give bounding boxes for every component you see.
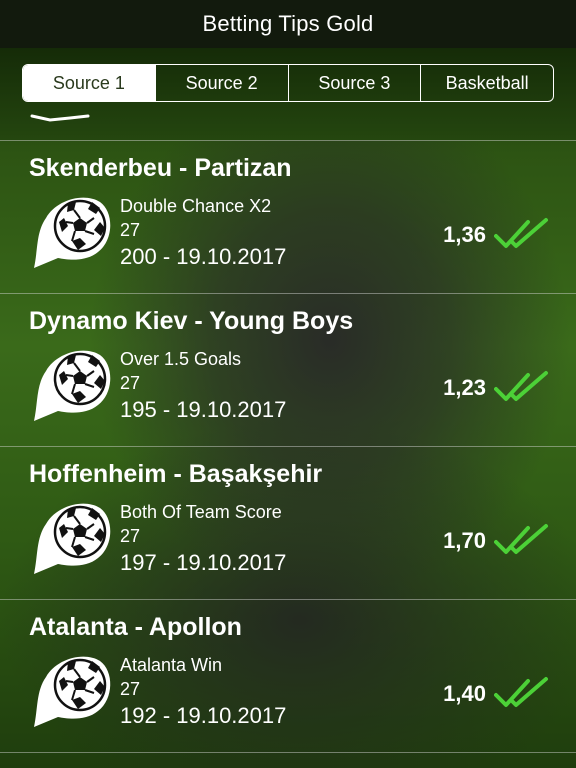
soccer-ball-icon: [34, 350, 111, 421]
match-title: Skenderbeu - Partizan: [29, 154, 292, 182]
soccer-ball-icon: [34, 197, 111, 268]
tip-number: 27: [120, 679, 141, 699]
tip-row[interactable]: Skenderbeu - Partizan Double Chance X2 2…: [0, 140, 576, 293]
soccer-ball-icon: [34, 656, 111, 727]
segment-source-2[interactable]: Source 2: [154, 65, 288, 101]
source-segmented-control: Source 1 Source 2 Source 3 Basketball: [22, 64, 554, 102]
segment-area: Source 1 Source 2 Source 3 Basketball: [0, 48, 576, 140]
double-check-icon: [494, 524, 548, 554]
tip-date: 192 - 19.10.2017: [120, 703, 287, 728]
segment-basketball[interactable]: Basketball: [420, 65, 553, 101]
match-title: Hoffenheim - Başakşehir: [29, 460, 323, 488]
odds-value: 1,36: [443, 222, 486, 247]
soccer-ball-icon: [34, 503, 111, 574]
segment-source-3[interactable]: Source 3: [287, 65, 421, 101]
row-separator: [0, 752, 576, 753]
odds-value: 1,70: [443, 528, 486, 553]
tip-row[interactable]: Hoffenheim - Başakşehir Both Of Team Sco…: [0, 446, 576, 599]
double-check-icon: [494, 677, 548, 707]
odds-value: 1,23: [443, 375, 486, 400]
tip-type: Both Of Team Score: [120, 502, 282, 522]
tip-date: 195 - 19.10.2017: [120, 397, 287, 422]
tip-number: 27: [120, 220, 141, 240]
tip-type: Atalanta Win: [120, 655, 223, 675]
tip-number: 27: [120, 526, 141, 546]
tip-type: Double Chance X2: [120, 196, 272, 216]
partial-ball-icon: [30, 114, 90, 122]
app-title: Betting Tips Gold: [202, 11, 374, 36]
tip-row[interactable]: Atalanta - Apollon Atalanta Win 27 192 -…: [0, 599, 576, 752]
match-title: Atalanta - Apollon: [29, 613, 242, 641]
navigation-bar: Betting Tips Gold: [0, 0, 576, 48]
odds-value: 1,40: [443, 681, 486, 706]
double-check-icon: [494, 371, 548, 401]
tip-type: Over 1.5 Goals: [120, 349, 242, 369]
match-title: Dynamo Kiev - Young Boys: [29, 307, 354, 335]
segment-source-1[interactable]: Source 1: [23, 65, 155, 101]
tip-row[interactable]: Dynamo Kiev - Young Boys Over 1.5 Goals …: [0, 293, 576, 446]
tip-number: 27: [120, 373, 141, 393]
tip-date: 200 - 19.10.2017: [120, 244, 287, 269]
tip-date: 197 - 19.10.2017: [120, 550, 287, 575]
double-check-icon: [494, 218, 548, 248]
